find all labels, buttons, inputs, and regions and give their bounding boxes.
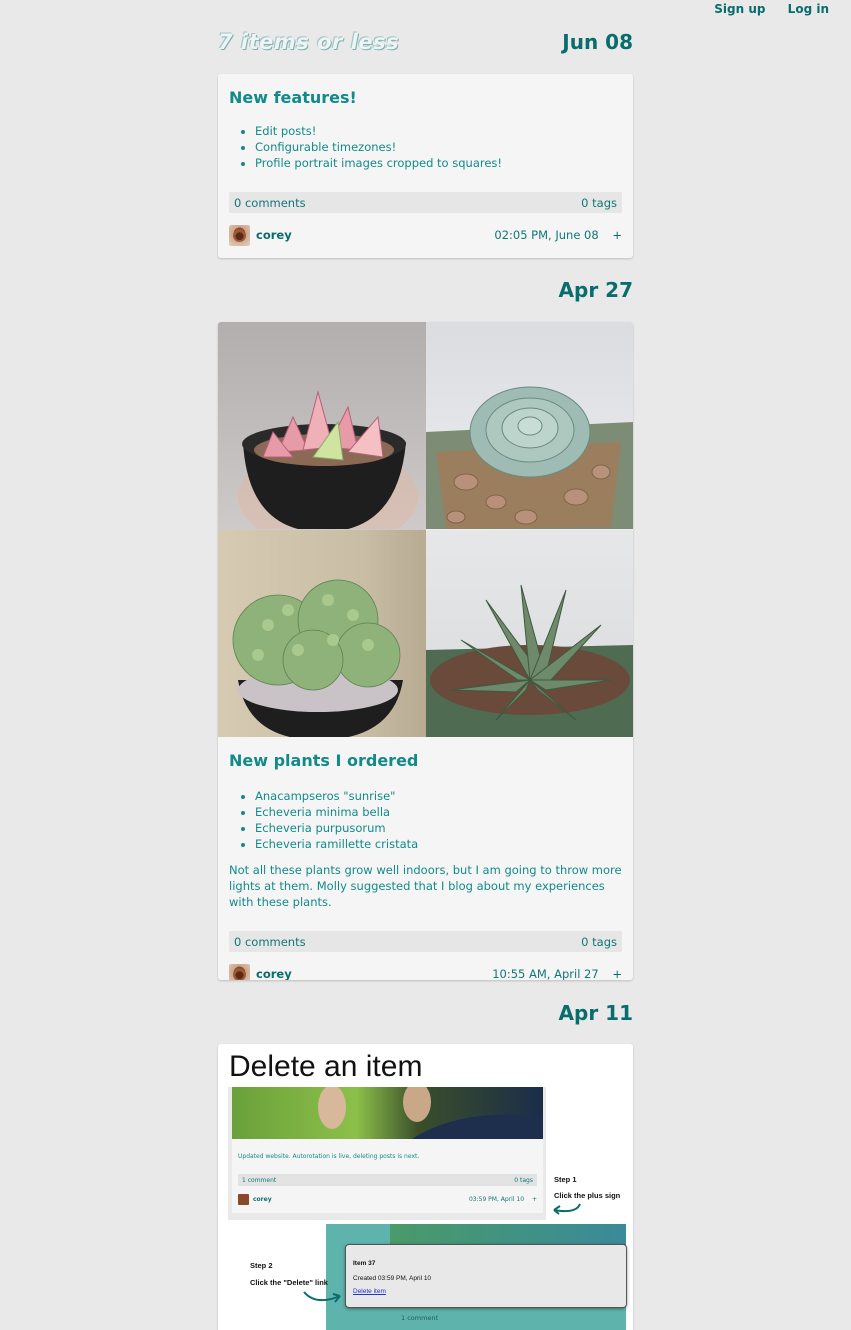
tutorial-screenshot-post: Updated website. Autorotation is live, d…: [228, 1082, 546, 1220]
list-item: Edit posts!: [255, 123, 633, 139]
tutorial-heading: Delete an item: [229, 1050, 423, 1083]
step1-text: Click the plus sign: [554, 1191, 621, 1200]
post-card: New features! Edit posts! Configurable t…: [218, 74, 633, 258]
inner-post-text: Updated website. Autorotation is live, d…: [238, 1153, 420, 1160]
author-link[interactable]: corey: [229, 963, 292, 980]
cat-paws-image: [318, 1082, 543, 1139]
post-body-text: Not all these plants grow well indoors, …: [229, 863, 622, 909]
step1-instruction: Click the plus sign: [554, 1191, 620, 1200]
inner-plus: +: [531, 1196, 537, 1203]
plant-image: [425, 584, 633, 737]
date-heading: Jun 08: [562, 30, 633, 54]
inner-post-photo: [232, 1082, 543, 1139]
succulent-photo-anacampseros: [218, 322, 426, 530]
date-heading: Apr 11: [558, 1001, 633, 1025]
inner-author: corey: [253, 1196, 272, 1203]
popup-delete-link: Delete item: [353, 1288, 386, 1295]
inner-avatar: [238, 1194, 249, 1205]
date-heading: Apr 27: [558, 278, 633, 302]
inner-footer: corey 03:59 PM, April 10 +: [238, 1194, 537, 1205]
popup-menu: Item 37 Created 03:59 PM, April 10 Delet…: [345, 1244, 627, 1308]
top-nav: Sign up Log in: [696, 2, 829, 16]
popup-created: Created 03:59 PM, April 10: [353, 1275, 432, 1282]
tags-link[interactable]: 0 tags: [581, 935, 617, 949]
comments-link[interactable]: 0 comments: [234, 196, 306, 210]
inner-photo-strip: [390, 1224, 626, 1246]
post-menu-plus-button[interactable]: +: [612, 967, 622, 980]
popup-title: Item 37: [353, 1260, 376, 1267]
post-footer: corey 10:55 AM, April 27 +: [229, 962, 622, 980]
post-footer: corey 02:05 PM, June 08 +: [229, 223, 622, 247]
list-item: Echeveria purpusorum: [255, 820, 633, 836]
plant-image: [425, 386, 633, 529]
author-name: corey: [256, 967, 292, 980]
photo-collage[interactable]: [218, 322, 633, 737]
post-bullet-list: Edit posts! Configurable timezones! Prof…: [255, 123, 633, 171]
post-card-tutorial-image: Delete an item Updated website. Autorota…: [218, 1044, 633, 1330]
tutorial-screenshot-popup: Item 37 Created 03:59 PM, April 10 Delet…: [326, 1224, 627, 1330]
post-menu-plus-button[interactable]: +: [612, 228, 622, 242]
post-timestamp: 02:05 PM, June 08: [494, 228, 599, 242]
author-name: corey: [256, 228, 292, 242]
list-item: Configurable timezones!: [255, 139, 633, 155]
arrow-icon: [303, 1291, 341, 1303]
signup-link[interactable]: Sign up: [714, 2, 765, 16]
avatar: [229, 224, 250, 246]
step1-label: Step 1: [554, 1175, 577, 1184]
site-title[interactable]: 7 items or less: [218, 30, 399, 54]
succulent-photo-ramillette: [425, 529, 633, 737]
inner-comments: 1 comment: [242, 1176, 277, 1184]
list-item: Anacampseros "sunrise": [255, 788, 633, 804]
login-link[interactable]: Log in: [788, 2, 829, 16]
popup-comments: 1 comment: [401, 1314, 439, 1322]
arrow-icon: [553, 1203, 581, 1215]
list-item: Profile portrait images cropped to squar…: [255, 155, 633, 171]
succulent-photo-minima-bella: [425, 322, 633, 530]
inner-tags: 0 tags: [514, 1176, 533, 1184]
step2-label: Step 2: [250, 1261, 273, 1270]
plant-image: [232, 579, 403, 737]
step2-title: Step 2: [250, 1261, 273, 1270]
author-link[interactable]: corey: [229, 224, 292, 246]
post-meta-bar: 0 comments 0 tags: [229, 192, 622, 213]
post-meta-bar: 0 comments 0 tags: [229, 931, 622, 952]
post-title[interactable]: New features!: [218, 88, 633, 107]
step1-title: Step 1: [554, 1175, 577, 1184]
inner-post-card: Updated website. Autorotation is live, d…: [232, 1082, 543, 1213]
tags-link[interactable]: 0 tags: [581, 196, 617, 210]
comments-link[interactable]: 0 comments: [234, 935, 306, 949]
list-item: Echeveria ramillette cristata: [255, 836, 633, 852]
post-card: New plants I ordered Anacampseros "sunri…: [218, 322, 633, 980]
succulent-photo-purpusorum: [218, 529, 426, 737]
avatar: [229, 963, 250, 980]
inner-timestamp: 03:59 PM, April 10: [468, 1196, 525, 1203]
plant-image: [238, 390, 418, 530]
post-timestamp: 10:55 AM, April 27: [492, 967, 599, 980]
post-bullet-list: Anacampseros "sunrise" Echeveria minima …: [255, 788, 633, 852]
inner-meta-bar: 1 comment 0 tags: [238, 1174, 537, 1186]
list-item: Echeveria minima bella: [255, 804, 633, 820]
post-title[interactable]: New plants I ordered: [218, 751, 633, 770]
